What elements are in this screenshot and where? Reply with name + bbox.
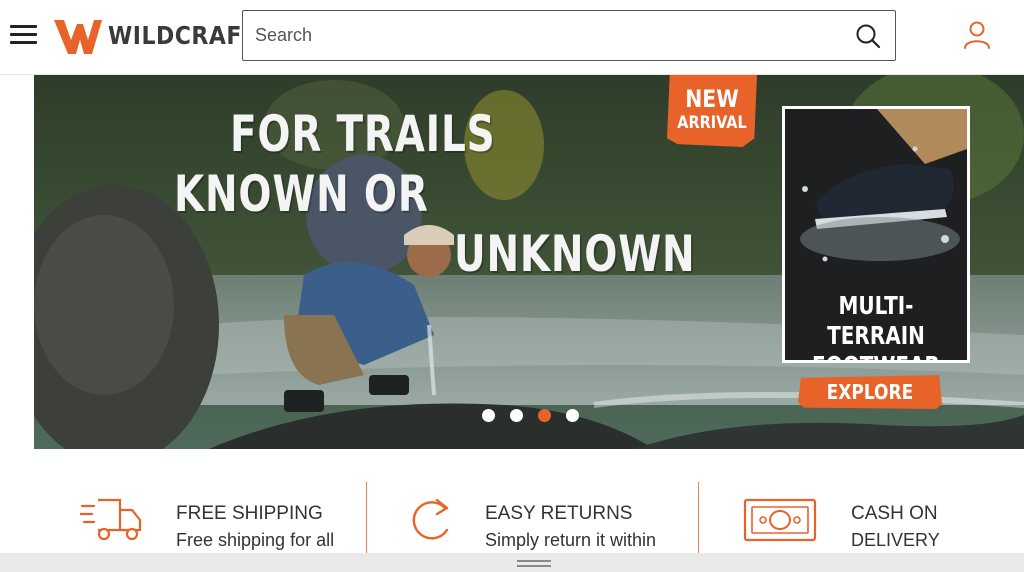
carousel-dot-3[interactable] (538, 408, 551, 422)
cash-icon (743, 498, 817, 542)
hamburger-menu-icon[interactable] (10, 22, 38, 48)
explore-button-label: EXPLORE (826, 380, 914, 404)
feature-free-shipping: FREE SHIPPING Free shipping for all (0, 470, 366, 555)
feature-description: Simply return it within (485, 530, 657, 550)
new-arrival-badge: NEW ARRIVAL (667, 75, 757, 147)
site-header: WILDCRAFT (0, 0, 1024, 75)
search-icon[interactable] (855, 23, 881, 49)
feature-title: CASH ON (851, 503, 938, 524)
truck-icon (80, 498, 142, 541)
brand-name: WILDCRAFT (108, 21, 258, 51)
promo-card-title: MULTI-TERRAIN FOOTWEAR (803, 291, 949, 360)
brand-logo[interactable]: WILDCRAFT (52, 16, 257, 56)
bottom-drawer-bar (0, 553, 1024, 572)
badge-arrival-text: ARRIVAL (677, 113, 747, 133)
feature-easy-returns: EASY RETURNS Simply return it within (367, 470, 698, 555)
return-arrow-icon (412, 498, 449, 540)
feature-description: DELIVERY (851, 530, 940, 550)
search-bar (242, 10, 896, 61)
feature-title: FREE SHIPPING (176, 503, 323, 524)
headline-line-2: KNOWN OR (174, 165, 429, 223)
carousel-indicators (482, 408, 579, 422)
promo-line-1: MULTI-TERRAIN (827, 291, 925, 350)
wildcraft-w-logo-icon (54, 20, 102, 54)
hero-banner[interactable]: FOR TRAILS KNOWN OR UNKNOWN NEW ARRIVAL … (34, 75, 1024, 449)
feature-cash-on-delivery: CASH ON DELIVERY (699, 470, 1024, 555)
promo-line-2: FOOTWEAR (803, 351, 949, 360)
badge-new-text: NEW (685, 85, 739, 113)
carousel-dot-4[interactable] (566, 408, 579, 422)
headline-line-3: UNKNOWN (454, 225, 696, 283)
feature-description: Free shipping for all (176, 530, 335, 550)
search-input[interactable] (243, 11, 843, 60)
carousel-dot-1[interactable] (482, 408, 495, 422)
features-strip: FREE SHIPPING Free shipping for all EASY… (0, 470, 1024, 555)
headline-line-1: FOR TRAILS (230, 105, 496, 163)
drawer-handle-icon[interactable] (517, 560, 551, 568)
explore-button[interactable]: EXPLORE (798, 375, 942, 409)
user-account-icon[interactable] (962, 20, 992, 50)
footwear-promo-card[interactable]: MULTI-TERRAIN FOOTWEAR (782, 106, 970, 363)
carousel-dot-2[interactable] (510, 408, 523, 422)
feature-title: EASY RETURNS (485, 503, 633, 524)
